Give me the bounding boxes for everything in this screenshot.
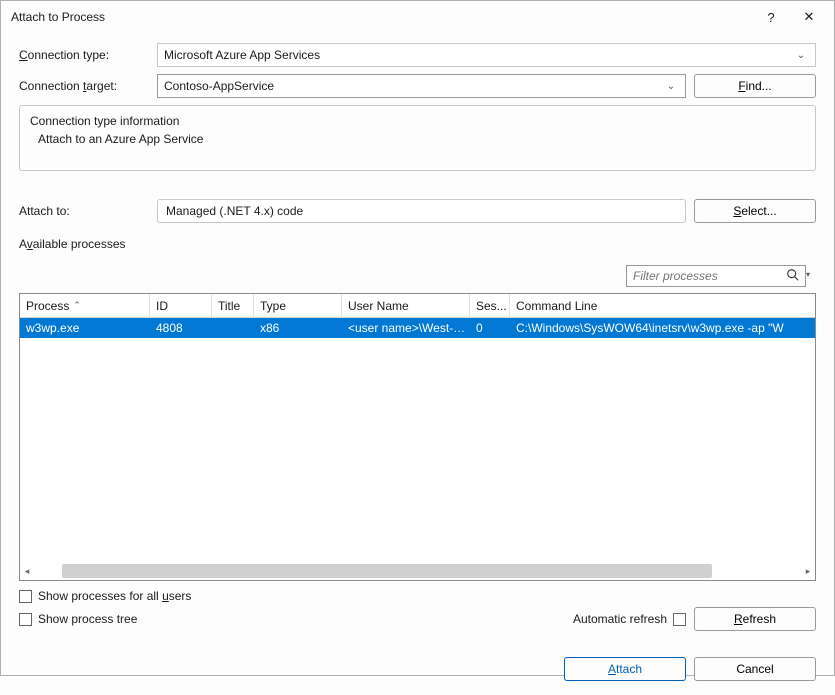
cell-process: w3wp.exe — [20, 318, 150, 338]
filter-row: ▾ — [19, 265, 806, 287]
process-table: Process ⌃ ID Title Type User Name Ses...… — [19, 293, 816, 581]
filter-input[interactable] — [626, 265, 806, 287]
scroll-thumb[interactable] — [62, 564, 712, 578]
refresh-button[interactable]: Refresh — [694, 607, 816, 631]
show-all-users-checkbox[interactable]: Show processes for all users — [19, 589, 191, 603]
show-all-users-label: Show processes for all users — [38, 589, 191, 603]
attach-to-row: Attach to: Managed (.NET 4.x) code Selec… — [19, 199, 816, 223]
scroll-right-icon[interactable]: ▸ — [801, 566, 815, 577]
search-icon[interactable] — [786, 268, 800, 285]
table-body: w3wp.exe 4808 x86 <user name>\West-… 0 C… — [20, 318, 815, 562]
connection-type-label: Connection type: — [19, 48, 157, 62]
available-processes-label: Available processes — [19, 237, 816, 251]
cell-user: <user name>\West-… — [342, 318, 470, 338]
connection-target-row: Connection target: Contoso-AppService ⌄ … — [19, 74, 816, 98]
dropdown-icon[interactable]: ▾ — [806, 270, 810, 279]
col-user[interactable]: User Name — [342, 294, 470, 317]
cancel-button[interactable]: Cancel — [694, 657, 816, 681]
chevron-down-icon: ⌄ — [793, 50, 809, 61]
sort-asc-icon: ⌃ — [73, 300, 81, 311]
show-process-tree-label: Show process tree — [38, 612, 137, 626]
col-cmd[interactable]: Command Line — [510, 294, 815, 317]
connection-type-value: Microsoft Azure App Services — [164, 48, 793, 62]
show-process-tree-checkbox[interactable]: Show process tree — [19, 612, 137, 626]
attach-to-value: Managed (.NET 4.x) code — [166, 204, 303, 218]
table-row[interactable]: w3wp.exe 4808 x86 <user name>\West-… 0 C… — [20, 318, 815, 338]
col-id[interactable]: ID — [150, 294, 212, 317]
auto-refresh-label: Automatic refresh — [573, 612, 667, 626]
help-icon[interactable]: ? — [752, 3, 790, 31]
scroll-left-icon[interactable]: ◂ — [20, 566, 34, 577]
attach-to-label: Attach to: — [19, 204, 157, 218]
cell-id: 4808 — [150, 318, 212, 338]
connection-info-box: Connection type information Attach to an… — [19, 105, 816, 171]
cell-session: 0 — [470, 318, 510, 338]
scroll-track[interactable] — [48, 562, 787, 580]
chevron-down-icon: ⌄ — [663, 81, 679, 92]
col-title[interactable]: Title — [212, 294, 254, 317]
checkbox-icon — [19, 590, 32, 603]
connection-info-text: Attach to an Azure App Service — [30, 132, 805, 146]
title-bar: Attach to Process ? ✕ — [1, 1, 834, 33]
auto-refresh-group: Automatic refresh — [573, 612, 686, 626]
cell-type: x86 — [254, 318, 342, 338]
table-header: Process ⌃ ID Title Type User Name Ses...… — [20, 294, 815, 318]
connection-type-combo[interactable]: Microsoft Azure App Services ⌄ — [157, 43, 816, 67]
col-session[interactable]: Ses... — [470, 294, 510, 317]
cell-title — [212, 318, 254, 338]
col-type[interactable]: Type — [254, 294, 342, 317]
col-process[interactable]: Process ⌃ — [20, 294, 150, 317]
close-icon[interactable]: ✕ — [790, 3, 828, 31]
dialog-actions: Attach Cancel — [19, 657, 816, 681]
find-button[interactable]: Find... — [694, 74, 816, 98]
auto-refresh-checkbox[interactable] — [673, 613, 686, 626]
dialog-content: Connection type: Microsoft Azure App Ser… — [1, 33, 834, 695]
cell-cmd: C:\Windows\SysWOW64\inetsrv\w3wp.exe -ap… — [510, 318, 815, 338]
connection-target-combo[interactable]: Contoso-AppService ⌄ — [157, 74, 686, 98]
window-title: Attach to Process — [11, 10, 752, 24]
options-row-2: Show process tree Automatic refresh Refr… — [19, 607, 816, 631]
filter-container: ▾ — [626, 265, 806, 287]
connection-type-row: Connection type: Microsoft Azure App Ser… — [19, 43, 816, 67]
attach-to-field: Managed (.NET 4.x) code — [157, 199, 686, 223]
attach-button[interactable]: Attach — [564, 657, 686, 681]
connection-target-label: Connection target: — [19, 79, 157, 93]
checkbox-icon — [19, 613, 32, 626]
connection-target-value: Contoso-AppService — [164, 79, 663, 93]
select-button[interactable]: Select... — [694, 199, 816, 223]
connection-info-title: Connection type information — [30, 114, 805, 128]
options-row-1: Show processes for all users — [19, 589, 816, 603]
horizontal-scrollbar[interactable]: ◂ ▸ — [20, 562, 815, 580]
